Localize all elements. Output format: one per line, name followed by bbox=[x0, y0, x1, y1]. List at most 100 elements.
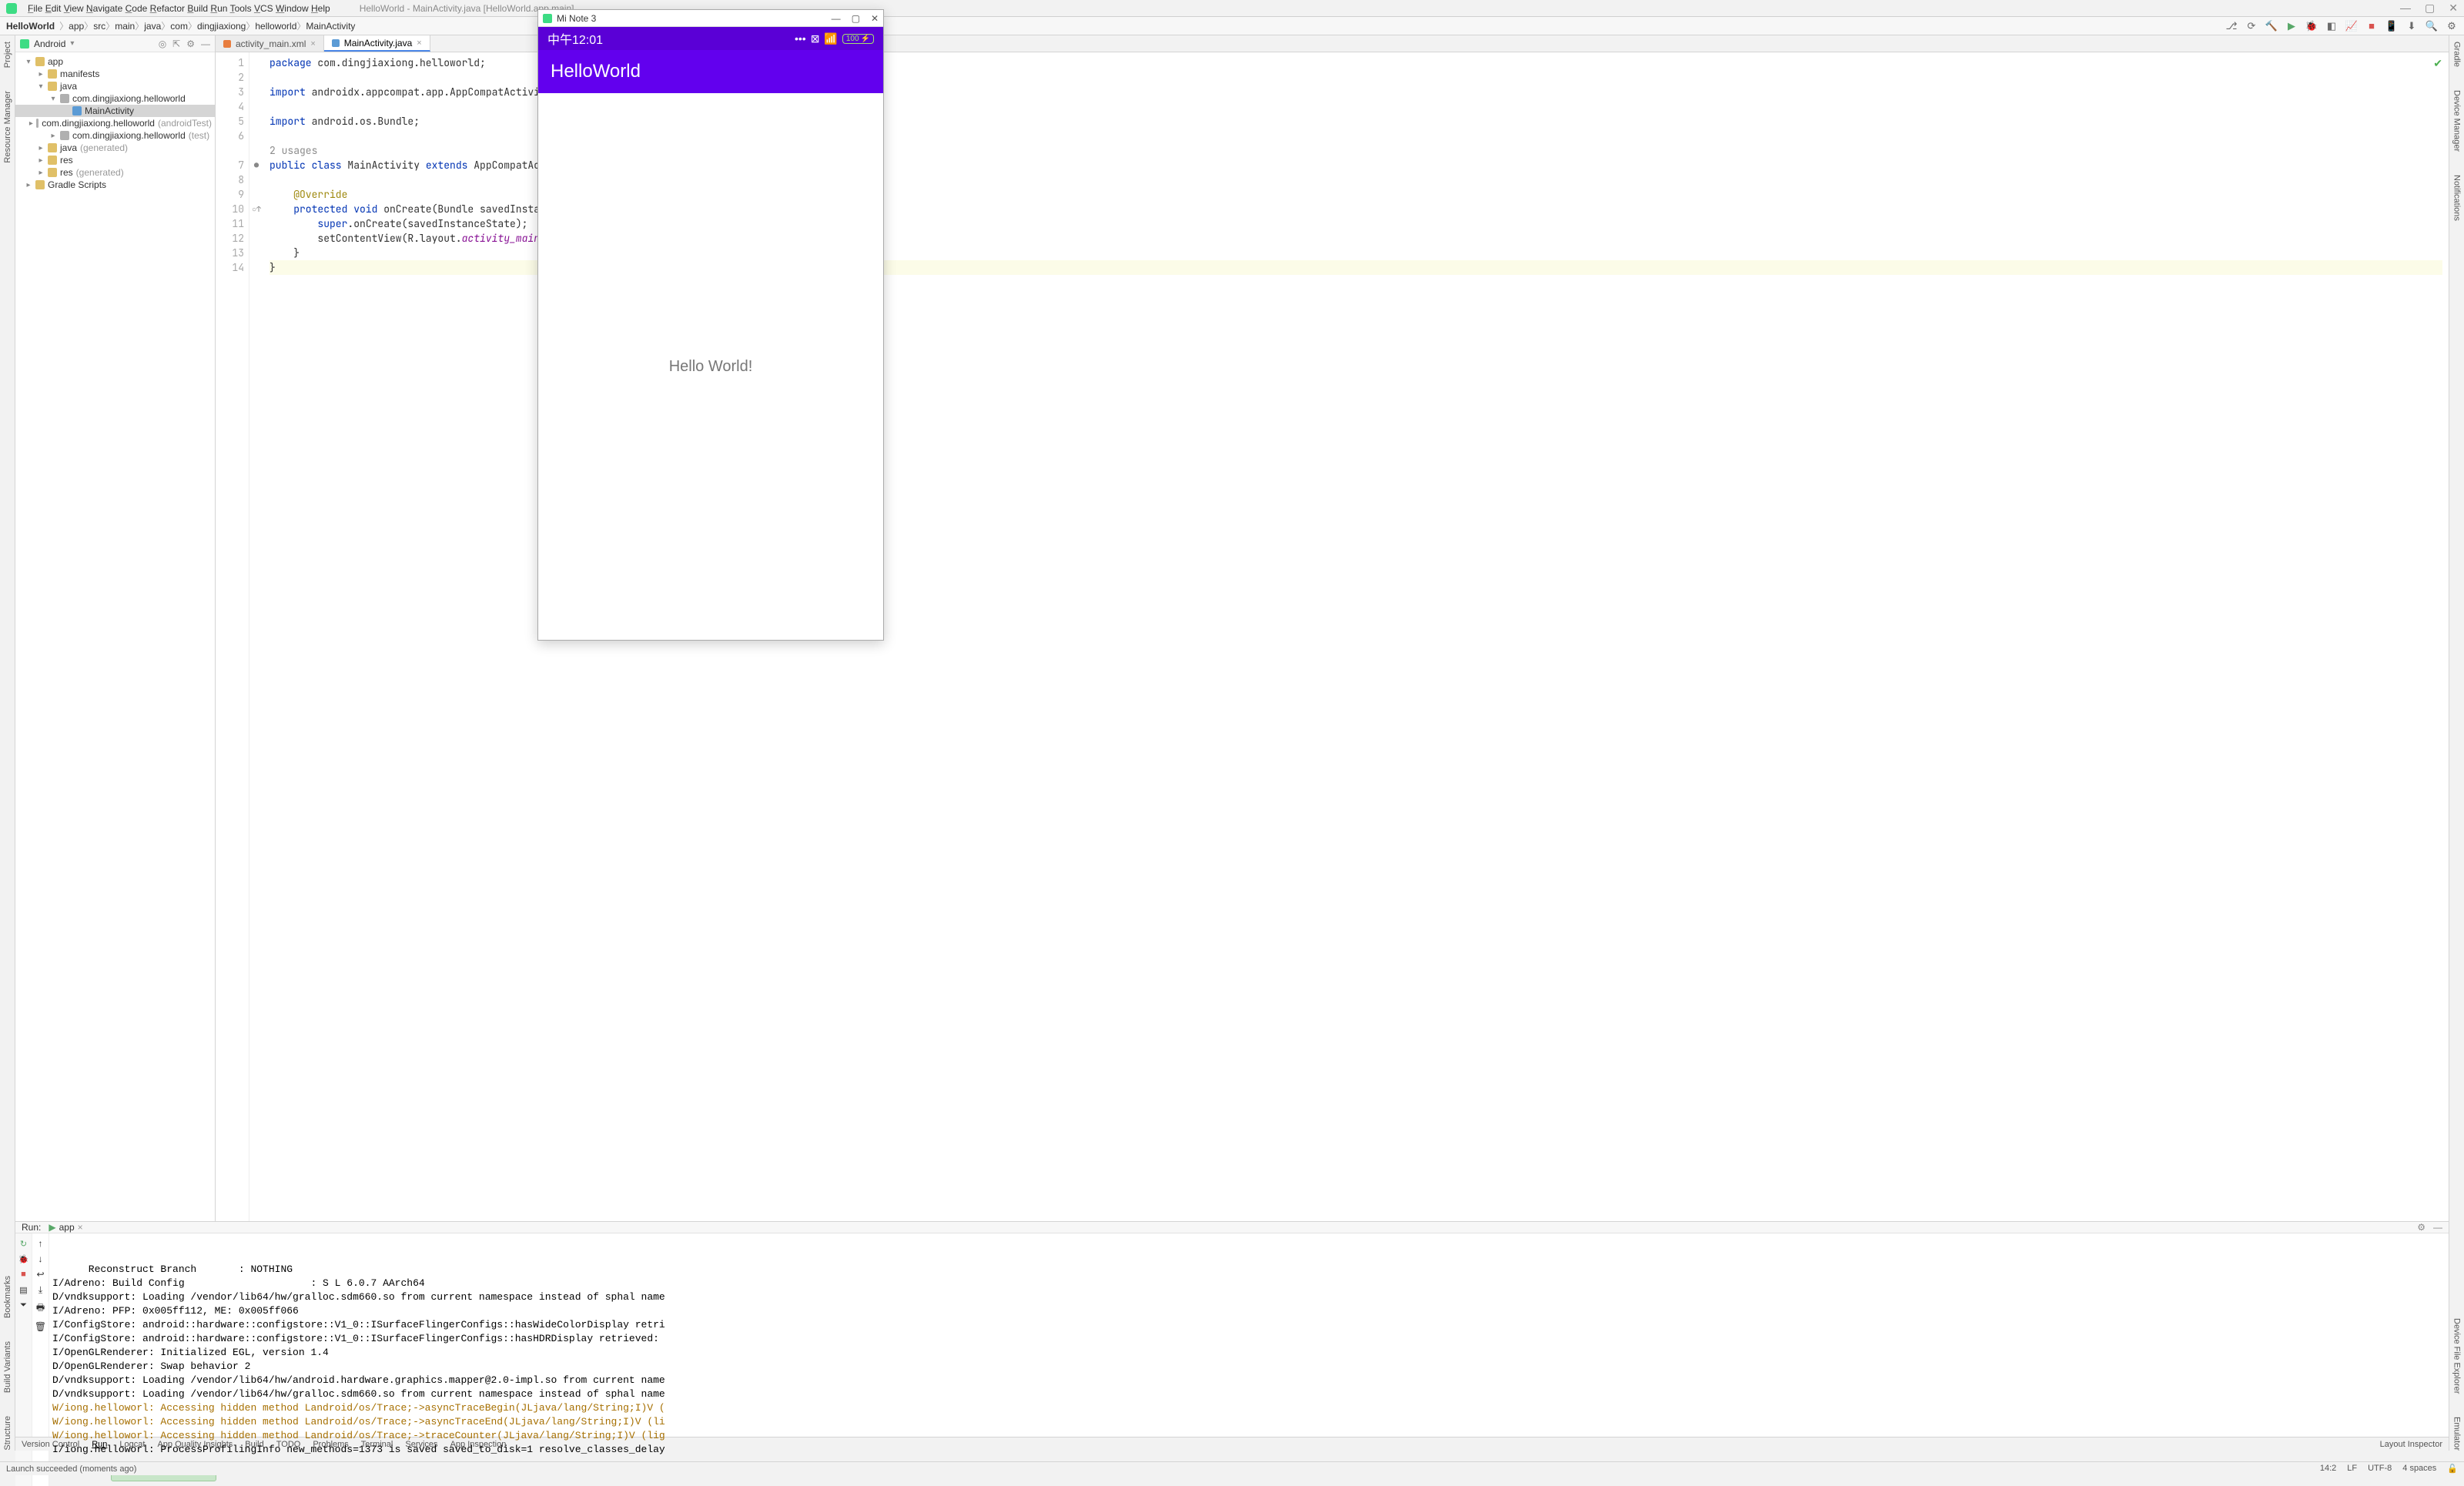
tree-caret-icon[interactable]: ▾ bbox=[49, 95, 57, 103]
coverage-icon[interactable]: ◧ bbox=[2325, 20, 2338, 32]
attach-debugger-icon[interactable]: 🐞 bbox=[18, 1253, 29, 1264]
filter-icon[interactable]: ⏷ bbox=[18, 1300, 29, 1310]
settings-gear-icon[interactable]: ⚙ bbox=[186, 38, 195, 49]
breadcrumb-project[interactable]: HelloWorld bbox=[6, 21, 55, 32]
sync-icon[interactable]: ⟳ bbox=[2245, 20, 2258, 32]
close-tab-icon[interactable]: × bbox=[310, 39, 315, 49]
debug-bug-icon[interactable]: 🐞 bbox=[2305, 20, 2318, 32]
device-manager-tab[interactable]: Device Manager bbox=[2452, 90, 2462, 152]
gradle-tab[interactable]: Gradle bbox=[2452, 42, 2462, 67]
console-output[interactable]: Reconstruct Branch : NOTHINGI/Adreno: Bu… bbox=[49, 1233, 2449, 1486]
up-icon[interactable]: ↑ bbox=[38, 1238, 43, 1249]
menu-code[interactable]: Code bbox=[126, 3, 148, 14]
device-file-explorer-tab[interactable]: Device File Explorer bbox=[2452, 1318, 2462, 1394]
close-tab-icon[interactable]: × bbox=[78, 1222, 83, 1233]
breadcrumb-segment[interactable]: main bbox=[115, 21, 135, 32]
structure-tab[interactable]: Structure bbox=[3, 1416, 12, 1451]
breadcrumb-segment[interactable]: helloworld bbox=[255, 21, 296, 32]
tree-caret-icon[interactable]: ▸ bbox=[29, 119, 33, 128]
run-config-tab[interactable]: ▶ app × bbox=[49, 1222, 82, 1233]
indent-setting[interactable]: 4 spaces bbox=[2402, 1464, 2436, 1474]
line-separator[interactable]: LF bbox=[2347, 1464, 2357, 1474]
tree-row[interactable]: ▸ res bbox=[15, 154, 215, 166]
tree-row[interactable]: ▸ manifests bbox=[15, 68, 215, 80]
rerun-icon[interactable]: ↻ bbox=[18, 1238, 29, 1249]
hide-icon[interactable]: — bbox=[2433, 1222, 2442, 1233]
tree-row[interactable]: ▾ java bbox=[15, 80, 215, 92]
caret-position[interactable]: 14:2 bbox=[2320, 1464, 2336, 1474]
project-tree[interactable]: ▾ app▸ manifests▾ java▾ com.dingjiaxiong… bbox=[15, 52, 215, 1221]
menu-vcs[interactable]: VCS bbox=[254, 3, 273, 14]
breadcrumb-segment[interactable]: MainActivity bbox=[306, 21, 355, 32]
minimize-icon[interactable]: — bbox=[2400, 2, 2411, 15]
hide-icon[interactable]: — bbox=[201, 38, 210, 49]
resource-manager-toolwindow-tab[interactable]: Resource Manager bbox=[3, 91, 12, 163]
emulator-tab[interactable]: Emulator bbox=[2452, 1417, 2462, 1451]
bookmarks-tab[interactable]: Bookmarks bbox=[3, 1276, 12, 1318]
breadcrumb-segment[interactable]: app bbox=[69, 21, 84, 32]
layout-icon[interactable]: ▤ bbox=[18, 1284, 29, 1295]
menu-edit[interactable]: Edit bbox=[45, 3, 62, 14]
stop-icon[interactable]: ■ bbox=[2365, 20, 2378, 32]
tree-caret-icon[interactable]: ▸ bbox=[37, 169, 45, 177]
minimize-icon[interactable]: — bbox=[832, 13, 841, 24]
tree-row[interactable]: ▸ com.dingjiaxiong.helloworld (androidTe… bbox=[15, 117, 215, 129]
editor-tab[interactable]: MainActivity.java× bbox=[324, 35, 430, 52]
menu-file[interactable]: File bbox=[28, 3, 42, 14]
notifications-tab[interactable]: Notifications bbox=[2452, 175, 2462, 221]
avd-manager-icon[interactable]: 📱 bbox=[2385, 20, 2398, 32]
maximize-icon[interactable]: ▢ bbox=[852, 13, 860, 24]
tree-row[interactable]: ▾ app bbox=[15, 55, 215, 68]
menu-navigate[interactable]: Navigate bbox=[86, 3, 122, 14]
tree-row[interactable]: ▸ com.dingjiaxiong.helloworld (test) bbox=[15, 129, 215, 142]
settings-gear-icon[interactable]: ⚙ bbox=[2446, 20, 2458, 32]
breadcrumb-segment[interactable]: src bbox=[93, 21, 105, 32]
scroll-to-end-icon[interactable]: ⤓ bbox=[38, 1284, 42, 1296]
clear-icon[interactable]: 🗑 bbox=[35, 1321, 46, 1332]
soft-wrap-icon[interactable]: ↩ bbox=[36, 1269, 44, 1280]
menu-build[interactable]: Build bbox=[187, 3, 208, 14]
tree-caret-icon[interactable]: ▾ bbox=[25, 58, 32, 66]
tree-caret-icon[interactable]: ▸ bbox=[37, 156, 45, 165]
tree-row[interactable]: MainActivity bbox=[15, 105, 215, 117]
tree-row[interactable]: ▸ res (generated) bbox=[15, 166, 215, 179]
close-icon[interactable]: ✕ bbox=[2449, 2, 2458, 15]
file-encoding[interactable]: UTF-8 bbox=[2368, 1464, 2392, 1474]
emulator-window[interactable]: Mi Note 3 — ▢ ✕ 中午12:01 ••• ⊠ 📶 100⚡ Hel… bbox=[537, 9, 884, 641]
breadcrumb-segment[interactable]: java bbox=[144, 21, 161, 32]
emulator-titlebar[interactable]: Mi Note 3 — ▢ ✕ bbox=[538, 10, 883, 27]
menu-window[interactable]: Window bbox=[276, 3, 309, 14]
git-branch-icon[interactable]: ⎇ bbox=[2225, 20, 2238, 32]
project-view-selector[interactable]: Android bbox=[34, 38, 65, 49]
tree-row[interactable]: ▸ java (generated) bbox=[15, 142, 215, 154]
sdk-manager-icon[interactable]: ⬇ bbox=[2405, 20, 2418, 32]
maximize-icon[interactable]: ▢ bbox=[2425, 2, 2435, 15]
emulator-screen[interactable]: 中午12:01 ••• ⊠ 📶 100⚡ HelloWorld Hello Wo… bbox=[538, 27, 883, 640]
readonly-lock-icon[interactable]: 🔓 bbox=[2447, 1464, 2458, 1474]
profile-icon[interactable]: 📈 bbox=[2345, 20, 2358, 32]
menu-tools[interactable]: Tools bbox=[230, 3, 252, 14]
search-everywhere-icon[interactable]: 🔍 bbox=[2426, 20, 2438, 32]
settings-gear-icon[interactable]: ⚙ bbox=[2417, 1222, 2426, 1233]
tree-caret-icon[interactable]: ▸ bbox=[25, 181, 32, 189]
build-hammer-icon[interactable]: 🔨 bbox=[2265, 20, 2278, 32]
collapse-all-icon[interactable]: ⇱ bbox=[172, 38, 180, 49]
project-toolwindow-tab[interactable]: Project bbox=[3, 42, 12, 68]
build-variants-tab[interactable]: Build Variants bbox=[3, 1341, 12, 1393]
tree-row[interactable]: ▾ com.dingjiaxiong.helloworld bbox=[15, 92, 215, 105]
menu-refactor[interactable]: Refactor bbox=[150, 3, 185, 14]
run-play-icon[interactable]: ▶ bbox=[2285, 20, 2298, 32]
breadcrumb-segment[interactable]: dingjiaxiong bbox=[197, 21, 246, 32]
tree-caret-icon[interactable]: ▾ bbox=[37, 82, 45, 91]
tree-caret-icon[interactable]: ▸ bbox=[37, 70, 45, 79]
stop-icon[interactable]: ■ bbox=[18, 1269, 29, 1280]
target-icon[interactable]: ◎ bbox=[159, 38, 166, 49]
print-icon[interactable]: 🖶 bbox=[36, 1300, 45, 1317]
tree-row[interactable]: ▸ Gradle Scripts bbox=[15, 179, 215, 191]
tree-caret-icon[interactable]: ▸ bbox=[49, 132, 57, 140]
down-icon[interactable]: ↓ bbox=[38, 1253, 43, 1264]
close-tab-icon[interactable]: × bbox=[417, 38, 421, 48]
tree-caret-icon[interactable]: ▸ bbox=[37, 144, 45, 152]
breadcrumb-segment[interactable]: com bbox=[170, 21, 188, 32]
menu-help[interactable]: Help bbox=[311, 3, 330, 14]
